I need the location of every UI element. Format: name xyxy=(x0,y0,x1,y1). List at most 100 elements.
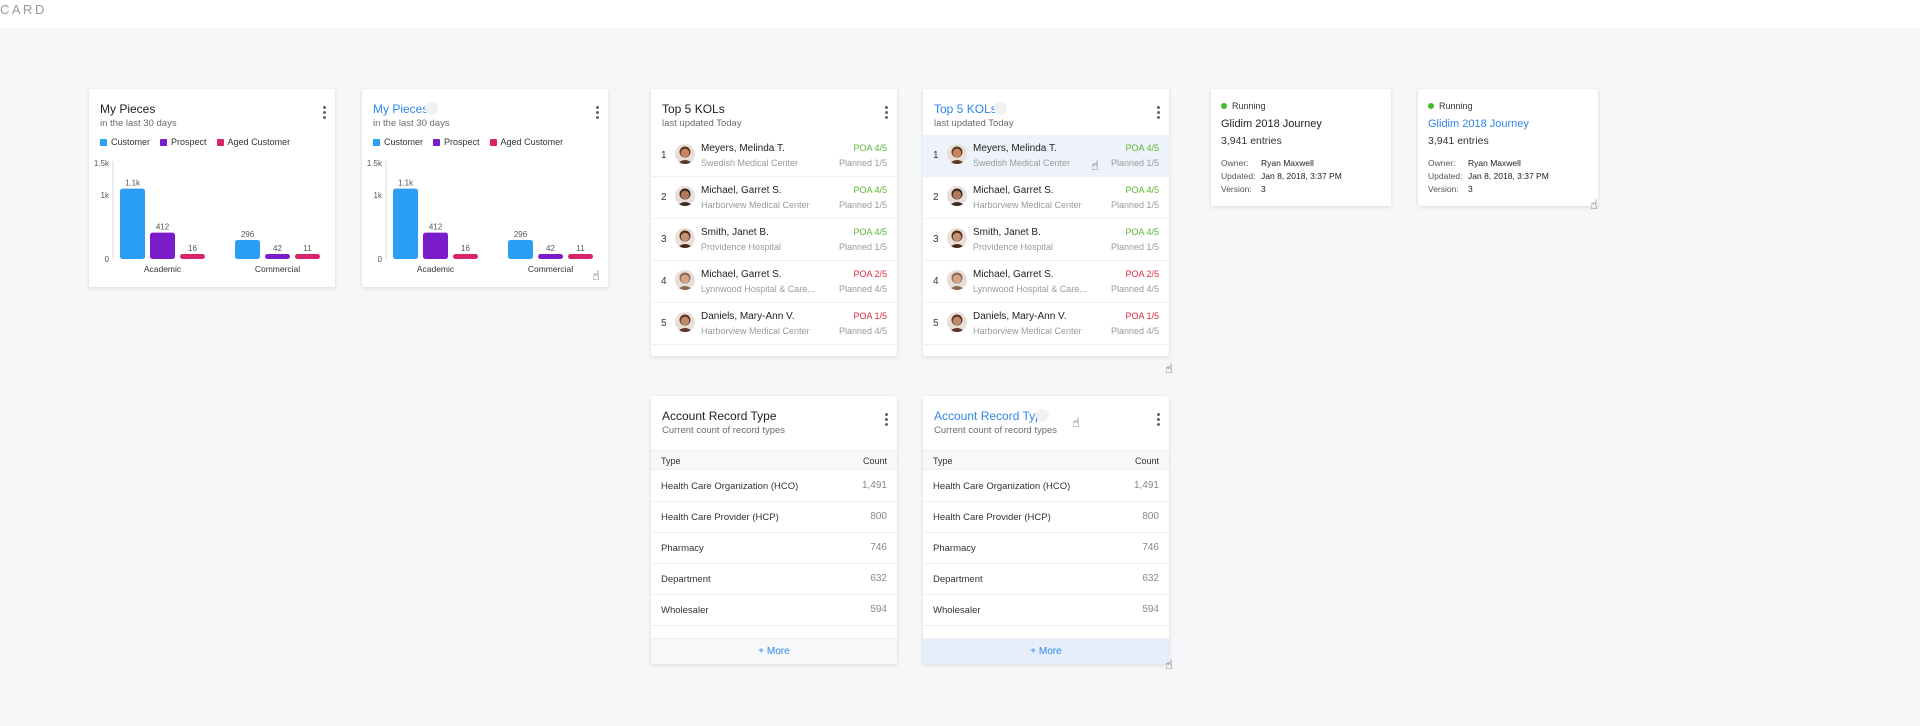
top-kols-card[interactable]: Top 5 KOLs last updated Today 1 Meyers, M… xyxy=(651,89,897,356)
kol-poa: POA 4/5 xyxy=(1125,227,1159,237)
legend-prospect: Prospect xyxy=(160,137,207,147)
account-record-card[interactable]: Account Record Type Current count of rec… xyxy=(651,396,897,664)
kol-row[interactable]: 1 Meyers, Melinda T. Swedish Medical Cente… xyxy=(923,135,1169,177)
kol-poa: POA 1/5 xyxy=(853,311,887,321)
journey-card[interactable]: Running Glidim 2018 Journey 3,941 entrie… xyxy=(1211,89,1391,206)
avatar xyxy=(675,144,695,164)
table-row[interactable]: Department 632 xyxy=(651,564,897,595)
kol-rank: 5 xyxy=(661,318,667,329)
kol-row[interactable]: 5 Daniels, Mary-Ann V. Harborview Medical … xyxy=(651,303,897,345)
record-type: Health Care Organization (HCO) xyxy=(661,481,799,492)
kol-planned: Planned 1/5 xyxy=(838,200,887,210)
kol-row[interactable]: 2 Michael, Garret S. Harborview Medical Ce… xyxy=(923,177,1169,219)
avatar xyxy=(675,228,695,248)
top-bar: CARD xyxy=(0,0,1920,28)
bar-aged-customer xyxy=(180,254,205,259)
table-row[interactable]: Pharmacy 746 xyxy=(923,533,1169,564)
more-options-icon[interactable] xyxy=(595,106,599,120)
kol-rank: 1 xyxy=(661,150,667,161)
info-icon[interactable] xyxy=(1036,409,1049,422)
kol-name[interactable]: Michael, Garret S. xyxy=(701,185,782,196)
more-options-icon[interactable] xyxy=(1156,106,1160,120)
data-label: 42 xyxy=(546,244,555,253)
table-row[interactable]: Wholesaler 594 xyxy=(923,595,1169,626)
info-icon[interactable] xyxy=(994,102,1007,115)
table-row[interactable]: Health Care Provider (HCP) 800 xyxy=(923,502,1169,533)
journey-title-link[interactable]: Glidim 2018 Journey xyxy=(1428,118,1529,130)
more-options-icon[interactable] xyxy=(322,106,326,120)
table-row[interactable]: Health Care Organization (HCO) 1,491 xyxy=(651,471,897,502)
kol-name[interactable]: Smith, Janet B. xyxy=(973,227,1041,238)
kol-name[interactable]: Daniels, Mary-Ann V. xyxy=(973,311,1067,322)
kol-name[interactable]: Michael, Garret S. xyxy=(973,185,1054,196)
card-title-link[interactable]: My Pieces xyxy=(373,102,428,116)
category-label: Academic xyxy=(144,264,182,274)
kol-name[interactable]: Smith, Janet B. xyxy=(701,227,769,238)
kol-row[interactable]: 1 Meyers, Melinda T. Swedish Medical Cente… xyxy=(651,135,897,177)
kol-planned: Planned 4/5 xyxy=(838,326,887,336)
y-tick-label: 1k xyxy=(374,191,383,200)
more-options-icon[interactable] xyxy=(1156,413,1160,427)
table-row[interactable]: Pharmacy 746 xyxy=(651,533,897,564)
record-type: Department xyxy=(661,574,711,585)
card-title: Account Record Type xyxy=(662,409,777,423)
record-count: 746 xyxy=(1142,542,1159,553)
kol-poa: POA 4/5 xyxy=(853,185,887,195)
hand-cursor-icon: ☝ xyxy=(1165,361,1173,376)
card-subtitle: last updated Today xyxy=(934,118,1014,129)
owner-row: Owner: Ryan Maxwell xyxy=(1221,158,1314,168)
bar-prospect xyxy=(265,254,290,259)
my-pieces-card-hover[interactable]: My Pieces in the last 30 days Customer P… xyxy=(362,89,608,287)
kol-organization: Providence Hospital xyxy=(701,242,782,252)
pieces-bar-chart: 0 1k 1.5k 1.1k 412 16 Academic 296 42 11 Commercia… xyxy=(94,159,320,274)
kol-rank: 3 xyxy=(933,234,939,245)
more-options-icon[interactable] xyxy=(884,106,888,120)
kol-row[interactable]: 5 Daniels, Mary-Ann V. Harborview Medical … xyxy=(923,303,1169,345)
info-icon[interactable] xyxy=(425,102,438,115)
record-count: 1,491 xyxy=(1133,480,1159,491)
table-row[interactable]: Health Care Organization (HCO) 1,491 xyxy=(923,471,1169,502)
bar-customer xyxy=(508,240,533,259)
kol-rank: 5 xyxy=(933,318,939,329)
avatar xyxy=(947,228,967,248)
more-button[interactable]: + More xyxy=(651,638,897,664)
avatar xyxy=(675,270,695,290)
table-row[interactable]: Department 632 xyxy=(923,564,1169,595)
more-options-icon[interactable] xyxy=(884,413,888,427)
journey-card-hover[interactable]: Running Glidim 2018 Journey 3,941 entrie… xyxy=(1418,89,1598,206)
table-row[interactable]: Health Care Provider (HCP) 800 xyxy=(651,502,897,533)
kol-name[interactable]: Meyers, Melinda T. xyxy=(701,143,785,154)
kol-poa: POA 4/5 xyxy=(1125,185,1159,195)
kol-row[interactable]: 4 Michael, Garret S. Lynnwood Hospital & C… xyxy=(923,261,1169,303)
kol-name[interactable]: Michael, Garret S. xyxy=(701,269,782,280)
kol-name[interactable]: Michael, Garret S. xyxy=(973,269,1054,280)
data-label: 16 xyxy=(461,244,470,253)
more-button[interactable]: + More xyxy=(923,638,1169,664)
kol-row[interactable]: 3 Smith, Janet B. Providence Hospital POA 4… xyxy=(651,219,897,261)
kol-rank: 4 xyxy=(933,276,939,287)
category-label: Academic xyxy=(417,264,455,274)
kol-poa: POA 4/5 xyxy=(853,227,887,237)
kol-name[interactable]: Meyers, Melinda T. xyxy=(973,143,1057,154)
table-row[interactable]: Wholesaler 594 xyxy=(651,595,897,626)
top-kols-card-hover[interactable]: Top 5 KOLs last updated Today 1 Meyers, M… xyxy=(923,89,1169,356)
bar-customer xyxy=(120,188,145,259)
data-label: 1.1k xyxy=(125,179,141,188)
bar-prospect xyxy=(150,232,175,259)
record-type: Wholesaler xyxy=(661,605,709,616)
account-record-card-hover[interactable]: Account Record Type Current count of rec… xyxy=(923,396,1169,664)
kol-poa: POA 2/5 xyxy=(1125,269,1159,279)
kol-row[interactable]: 2 Michael, Garret S. Harborview Medical Ce… xyxy=(651,177,897,219)
category-label: Commercial xyxy=(255,264,300,274)
card-title-link[interactable]: Top 5 KOLs xyxy=(934,102,997,116)
record-type: Department xyxy=(933,574,983,585)
column-count: Count xyxy=(862,456,887,466)
kol-row[interactable]: 3 Smith, Janet B. Providence Hospital POA 4… xyxy=(923,219,1169,261)
card-title-link[interactable]: Account Record Type xyxy=(934,409,1049,423)
kol-name[interactable]: Daniels, Mary-Ann V. xyxy=(701,311,795,322)
my-pieces-card[interactable]: My Pieces in the last 30 days Customer P… xyxy=(89,89,335,287)
table-header: Type Count xyxy=(923,450,1169,470)
legend-customer: Customer xyxy=(100,137,150,147)
kol-rank: 3 xyxy=(661,234,667,245)
kol-row[interactable]: 4 Michael, Garret S. Lynnwood Hospital & C… xyxy=(651,261,897,303)
